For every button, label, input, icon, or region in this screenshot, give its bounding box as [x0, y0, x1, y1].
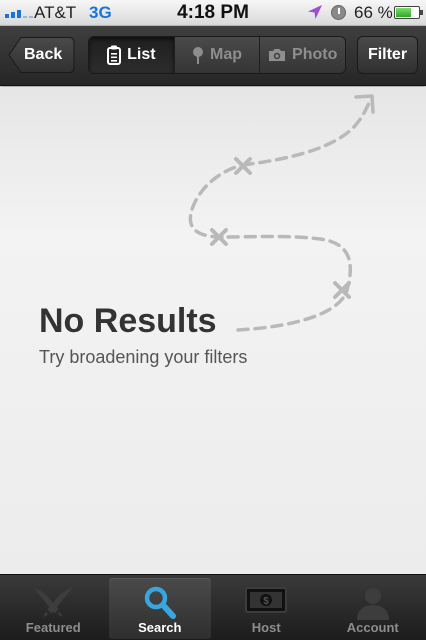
- empty-state-title: No Results: [39, 302, 217, 340]
- svg-text:$: $: [263, 596, 269, 607]
- status-bar: AT&T 3G 4:18 PM 66 %: [0, 0, 426, 26]
- tab-search[interactable]: Search: [107, 575, 214, 640]
- back-button-label: Back: [24, 46, 63, 63]
- tab-featured[interactable]: Featured: [0, 575, 107, 640]
- map-pin-icon: [193, 47, 203, 64]
- segment-photo-label: Photo: [292, 46, 338, 63]
- segment-list-label: List: [127, 46, 156, 63]
- view-mode-segmented-control: List Map Photo: [88, 36, 346, 74]
- tab-featured-label: Featured: [25, 620, 81, 635]
- location-arrow-icon: [308, 5, 322, 19]
- segment-map[interactable]: Map: [173, 37, 260, 73]
- tab-host[interactable]: $ Host: [213, 575, 320, 640]
- filter-button[interactable]: Filter: [357, 36, 418, 74]
- empty-state-subtitle: Try broadening your filters: [39, 347, 248, 367]
- tab-host-label: Host: [251, 620, 281, 635]
- list-icon: [107, 45, 122, 65]
- featured-icon: [33, 587, 74, 617]
- tab-search-label: Search: [138, 620, 182, 635]
- magnifier-icon: [144, 586, 176, 619]
- money-icon: $: [245, 587, 288, 613]
- segment-map-label: Map: [210, 46, 242, 63]
- tab-account[interactable]: Account: [320, 575, 426, 640]
- battery-icon: [394, 6, 423, 19]
- segment-list[interactable]: List: [89, 37, 174, 73]
- person-icon: [356, 588, 389, 620]
- clock-icon: [331, 5, 346, 20]
- camera-icon: [269, 49, 286, 61]
- filter-button-label: Filter: [367, 46, 408, 63]
- tab-account-label: Account: [346, 620, 399, 635]
- segment-photo[interactable]: Photo: [259, 37, 345, 73]
- results-area: No Results Try broadening your filters: [0, 87, 426, 574]
- battery-percent: 66 %: [354, 3, 393, 22]
- tab-bar: Featured Search $ Host Account: [0, 574, 426, 640]
- back-button[interactable]: Back: [8, 36, 75, 74]
- nav-bar: Back List Map Photo Filter: [0, 26, 426, 86]
- battery-level: [396, 8, 411, 17]
